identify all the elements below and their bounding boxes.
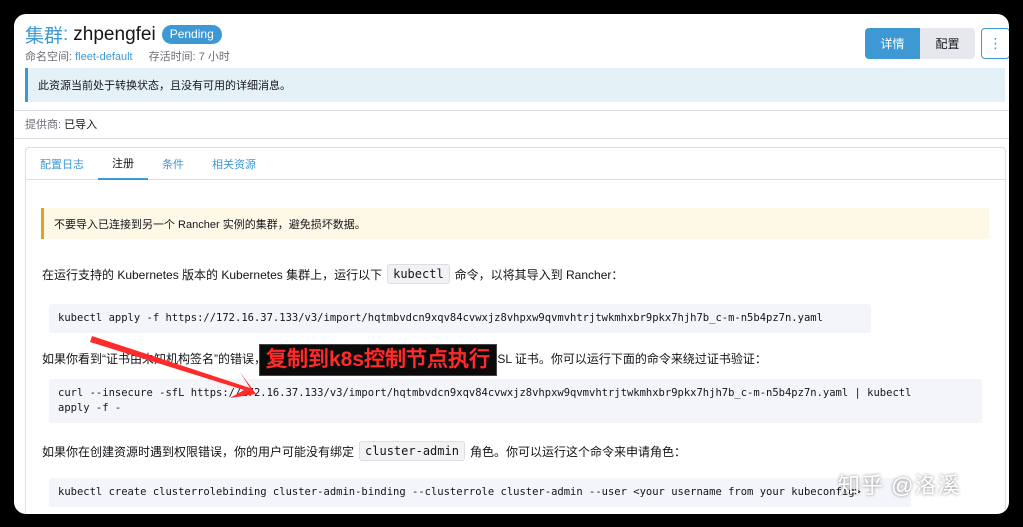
- inline-code-cluster-admin: cluster-admin: [359, 441, 465, 461]
- resource-kind-link[interactable]: 集群: [25, 21, 63, 48]
- instruction-text: 如果你在创建资源时遇到权限错误，你的用户可能没有绑定: [42, 444, 355, 459]
- more-actions-button[interactable]: ⋮: [981, 28, 1009, 59]
- instruction-text: 命令，以将其导入到 Rancher：: [454, 267, 624, 282]
- tab-registration[interactable]: 注册: [98, 148, 148, 180]
- provider-label: 提供商:: [25, 119, 65, 131]
- view-toggle: 详情 配置 ⋮: [865, 28, 1009, 59]
- divider: [14, 138, 1009, 139]
- tab-provisioning-log[interactable]: 配置日志: [26, 148, 98, 180]
- tab-bar: 配置日志 注册 条件 相关资源: [26, 148, 1005, 180]
- cluster-name: zhpengfei: [73, 23, 156, 45]
- meta-row: 命名空间: fleet-default 存活时间: 7 小时: [25, 48, 246, 64]
- info-banner-text: 此资源当前处于转换状态，且没有可用的详细消息。: [38, 80, 291, 92]
- page-title: 集群 : zhpengfei Pending: [25, 21, 222, 48]
- instruction-text: 角色。你可以运行这个命令来申请角色：: [469, 444, 686, 459]
- title-colon: :: [63, 23, 69, 45]
- divider: [14, 110, 1009, 111]
- namespace-label: 命名空间:: [25, 51, 76, 63]
- cluster-detail-window: 集群 : zhpengfei Pending 命名空间: fleet-defau…: [14, 14, 1009, 514]
- watermark: 知乎 @洛溪: [838, 473, 961, 498]
- age-meta: 存活时间: 7 小时: [148, 51, 230, 63]
- provider-row: 提供商: 已导入: [25, 116, 97, 132]
- detail-button[interactable]: 详情: [865, 28, 920, 59]
- provider-value: 已导入: [64, 119, 98, 131]
- instruction-text: 在运行支持的 Kubernetes 版本的 Kubernetes 集群上，运行以…: [42, 267, 383, 282]
- tab-related-resources[interactable]: 相关资源: [198, 148, 270, 180]
- page-header: 集群 : zhpengfei Pending 命名空间: fleet-defau…: [14, 14, 1009, 66]
- config-button[interactable]: 配置: [920, 28, 975, 59]
- instruction-cluster-admin: 如果你在创建资源时遇到权限错误，你的用户可能没有绑定 cluster-admin…: [42, 441, 686, 461]
- import-warning-banner: 不要导入已连接到另一个 Rancher 实例的集群，避免损坏数据。: [41, 208, 989, 239]
- annotation-label: 复制到k8s控制节点执行: [259, 344, 498, 376]
- tab-conditions[interactable]: 条件: [148, 148, 198, 180]
- red-arrow-icon: [90, 336, 256, 398]
- instruction-kubectl: 在运行支持的 Kubernetes 版本的 Kubernetes 集群上，运行以…: [42, 264, 623, 284]
- namespace-link[interactable]: fleet-default: [75, 51, 132, 63]
- tabs-card: 配置日志 注册 条件 相关资源 不要导入已连接到另一个 Rancher 实例的集…: [25, 147, 1006, 514]
- inline-code-kubectl: kubectl: [387, 264, 450, 284]
- transition-info-banner: 此资源当前处于转换状态，且没有可用的详细消息。: [25, 68, 1005, 102]
- more-vertical-icon: ⋮: [988, 35, 1003, 51]
- warning-text: 不要导入已连接到另一个 Rancher 实例的集群，避免损坏数据。: [54, 218, 366, 231]
- namespace-meta: 命名空间: fleet-default: [25, 48, 133, 64]
- status-badge: Pending: [161, 25, 222, 44]
- command-clusterrolebinding[interactable]: kubectl create clusterrolebinding cluste…: [49, 478, 911, 507]
- command-kubectl-apply[interactable]: kubectl apply -f https://172.16.37.133/v…: [49, 304, 871, 333]
